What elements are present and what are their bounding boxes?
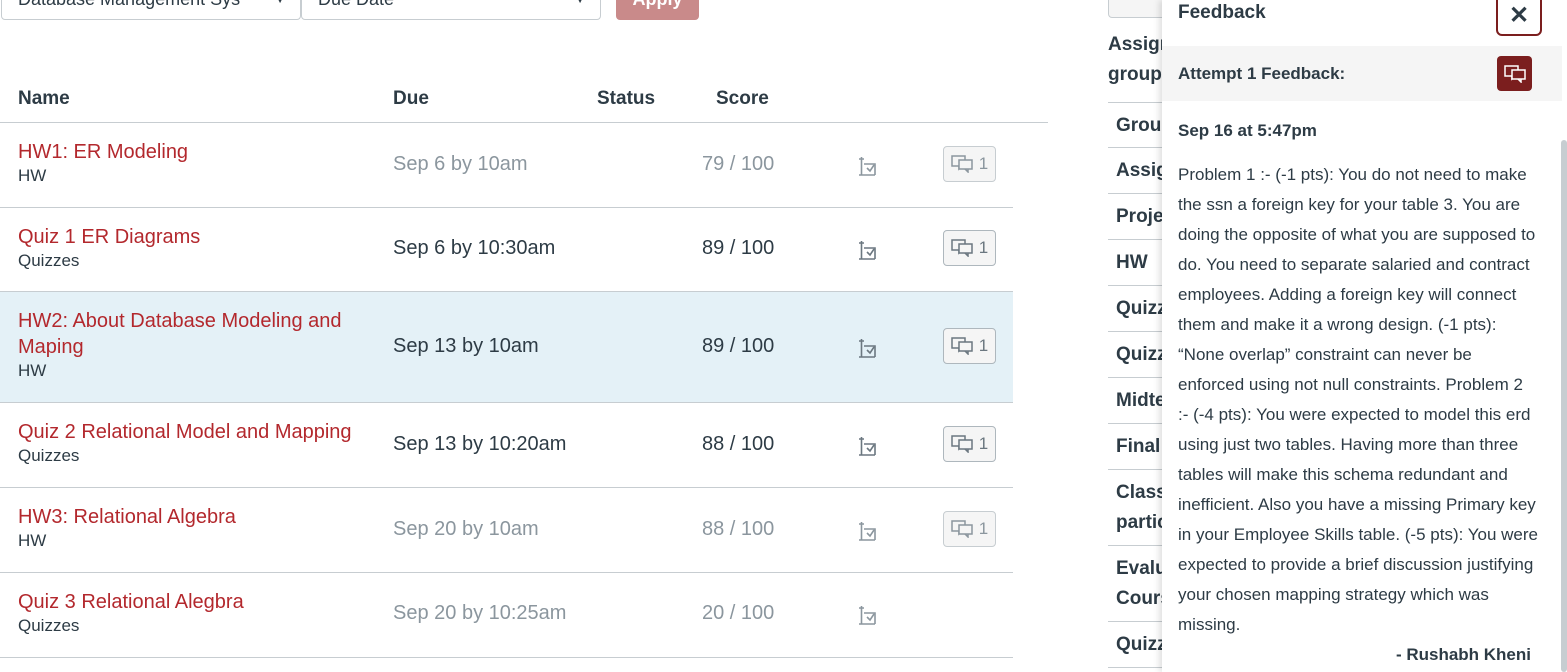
side-group-label: HW [1116, 252, 1148, 273]
comment-count: 1 [978, 434, 989, 453]
comment-count: 1 [978, 336, 989, 355]
chevron-down-icon: ▼ [574, 0, 586, 19]
due-date: Sep 6 by 10am [393, 153, 528, 175]
header-score: Score [716, 88, 769, 109]
comment-button[interactable]: 1 [943, 146, 996, 182]
assignment-group: Quizzes [18, 251, 80, 270]
comment-bubbles-icon [951, 520, 973, 538]
assignment-link[interactable]: HW2: About Database Modeling and Maping [18, 308, 368, 360]
side-group-label: Quizz [1116, 634, 1167, 655]
assignment-group: Quizzes [18, 446, 80, 465]
comment-bubbles-icon [951, 239, 973, 257]
sort-select-value: Due Date [318, 0, 394, 9]
table-row: HW1: ER Modeling HW Sep 6 by 10am 79 / 1… [0, 123, 1013, 208]
table-row: Quiz 1 ER Diagrams Quizzes Sep 6 by 10:3… [0, 208, 1013, 292]
side-group-label: partic [1116, 512, 1168, 533]
assignment-group: HW [18, 531, 47, 550]
attempt-label: Attempt 1 Feedback: [1178, 64, 1346, 83]
feedback-text: Problem 1 :- (-1 pts): You do not need t… [1178, 165, 1539, 634]
side-group-label: Class [1116, 482, 1167, 503]
assignment-link[interactable]: HW1: ER Modeling [18, 139, 188, 165]
side-group-row: Quizz [1108, 622, 1168, 668]
close-icon: ✕ [1508, 1, 1530, 29]
table-row: Quiz 3 Relational Alegbra Quizzes Sep 20… [0, 573, 1013, 658]
side-group-row: Group [1108, 102, 1173, 148]
side-group-label: Midte [1116, 390, 1166, 411]
comment-bubbles-icon [951, 337, 973, 355]
side-group-row: Class partic [1108, 470, 1168, 546]
feedback-title: Feedback [1178, 2, 1266, 23]
due-date: Sep 13 by 10am [393, 335, 539, 357]
what-if-calc-icon[interactable] [856, 604, 878, 626]
assignment-link[interactable]: Quiz 3 Relational Alegbra [18, 589, 244, 615]
what-if-calc-icon[interactable] [856, 520, 878, 542]
header-due: Due [393, 88, 429, 109]
course-select-value: Database Management Sys [18, 0, 240, 9]
side-group-row: Proje [1108, 194, 1168, 240]
side-group-row: Midte [1108, 378, 1168, 424]
score: 88 / 100 [702, 518, 775, 540]
table-row: Quiz 2 Relational Model and Mapping Quiz… [0, 403, 1013, 488]
side-group-label: Final [1116, 436, 1161, 457]
due-date: Sep 20 by 10am [393, 518, 539, 540]
comment-count: 1 [978, 154, 989, 173]
assignment-group: HW [18, 166, 47, 185]
side-group-label: Proje [1116, 206, 1164, 227]
feedback-author: - Rushabh Kheni [1395, 645, 1531, 664]
due-date: Sep 6 by 10:30am [393, 237, 556, 259]
chevron-down-icon: ▼ [274, 0, 286, 19]
side-group-row: Quizz [1108, 286, 1168, 332]
comment-bubbles-icon[interactable] [1497, 56, 1532, 91]
assignment-link[interactable]: HW3: Relational Algebra [18, 504, 236, 530]
assignment-link[interactable]: Quiz 1 ER Diagrams [18, 224, 200, 250]
feedback-date: Sep 16 at 5:47pm [1178, 121, 1317, 140]
score: 79 / 100 [702, 153, 775, 175]
assignment-link[interactable]: Quiz 2 Relational Model and Mapping [18, 419, 352, 445]
score: 88 / 100 [702, 433, 775, 455]
side-group-label: Quizz [1116, 344, 1167, 365]
assignment-group: HW [18, 361, 47, 380]
score: 89 / 100 [702, 335, 775, 357]
apply-button[interactable]: Apply [616, 0, 699, 20]
comment-bubbles-icon [951, 155, 973, 173]
due-date: Sep 13 by 10:20am [393, 433, 567, 455]
comment-button[interactable]: 1 [943, 230, 996, 266]
sort-select[interactable]: Due Date ▼ [301, 0, 601, 20]
score: 89 / 100 [702, 237, 775, 259]
assignment-group: Quizzes [18, 616, 80, 635]
what-if-calc-icon[interactable] [856, 155, 878, 177]
score: 20 / 100 [702, 602, 775, 624]
course-select[interactable]: Database Management Sys ▼ [1, 0, 301, 20]
header-name: Name [18, 88, 70, 109]
comment-button[interactable]: 1 [943, 511, 996, 547]
comment-bubbles-icon [951, 435, 973, 453]
what-if-calc-icon[interactable] [856, 337, 878, 359]
what-if-calc-icon[interactable] [856, 435, 878, 457]
scrollbar[interactable] [1561, 140, 1567, 672]
close-button[interactable]: ✕ [1496, 0, 1542, 36]
side-group-label: Evalu [1116, 558, 1167, 579]
feedback-panel: Feedback ✕ Attempt 1 Feedback: Sep 16 at… [1162, 0, 1567, 672]
table-row: HW2: About Database Modeling and Maping … [0, 292, 1013, 403]
table-row: HW3: Relational Algebra HW Sep 20 by 10a… [0, 488, 1013, 573]
side-group-row: Assig [1108, 148, 1168, 194]
side-group-label: Quizz [1116, 298, 1167, 319]
side-group-row: Quizz [1108, 332, 1168, 378]
due-date: Sep 20 by 10:25am [393, 602, 567, 624]
side-group-row: Final [1108, 424, 1168, 470]
attempt-header: Attempt 1 Feedback: [1162, 46, 1562, 101]
comment-button[interactable]: 1 [943, 328, 996, 364]
side-group-row: Evalu Cours [1108, 546, 1171, 622]
header-status: Status [597, 88, 656, 109]
comment-button[interactable]: 1 [943, 426, 996, 462]
comment-count: 1 [978, 238, 989, 257]
comment-count: 1 [978, 519, 989, 538]
side-group-row: HW [1108, 240, 1168, 286]
what-if-calc-icon[interactable] [856, 239, 878, 261]
side-group-label: Assig [1116, 160, 1168, 181]
